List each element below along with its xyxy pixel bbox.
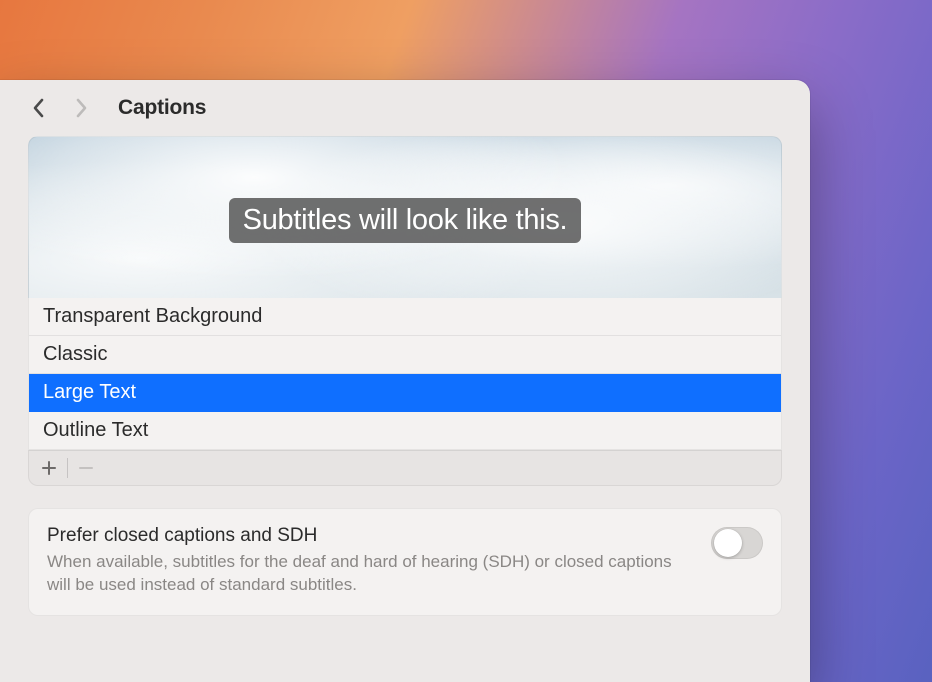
prefer-sdh-description: When available, subtitles for the deaf a…	[47, 551, 695, 597]
add-style-button[interactable]	[35, 456, 63, 480]
style-list: Transparent Background Classic Large Tex…	[28, 298, 782, 450]
footer-divider	[67, 458, 68, 478]
subtitle-sample-text: Subtitles will look like this.	[229, 198, 582, 243]
toggle-knob	[714, 529, 742, 557]
style-item-transparent-background[interactable]: Transparent Background	[29, 298, 781, 336]
style-item-classic[interactable]: Classic	[29, 336, 781, 374]
style-item-outline-text[interactable]: Outline Text	[29, 412, 781, 449]
back-button[interactable]	[28, 97, 50, 119]
prefer-sdh-card: Prefer closed captions and SDH When avai…	[28, 508, 782, 616]
captions-settings-window: Captions Subtitles will look like this. …	[0, 80, 810, 682]
page-title: Captions	[118, 96, 206, 120]
prefer-sdh-text: Prefer closed captions and SDH When avai…	[47, 525, 695, 597]
nav-buttons	[28, 97, 92, 119]
style-item-large-text[interactable]: Large Text	[29, 374, 781, 412]
subtitle-preview: Subtitles will look like this.	[28, 136, 782, 298]
content: Subtitles will look like this. Transpare…	[0, 136, 810, 616]
header: Captions	[0, 80, 810, 136]
prefer-sdh-title: Prefer closed captions and SDH	[47, 525, 695, 547]
prefer-sdh-toggle[interactable]	[711, 527, 763, 559]
forward-button[interactable]	[70, 97, 92, 119]
style-list-footer	[28, 450, 782, 486]
remove-style-button[interactable]	[72, 456, 100, 480]
